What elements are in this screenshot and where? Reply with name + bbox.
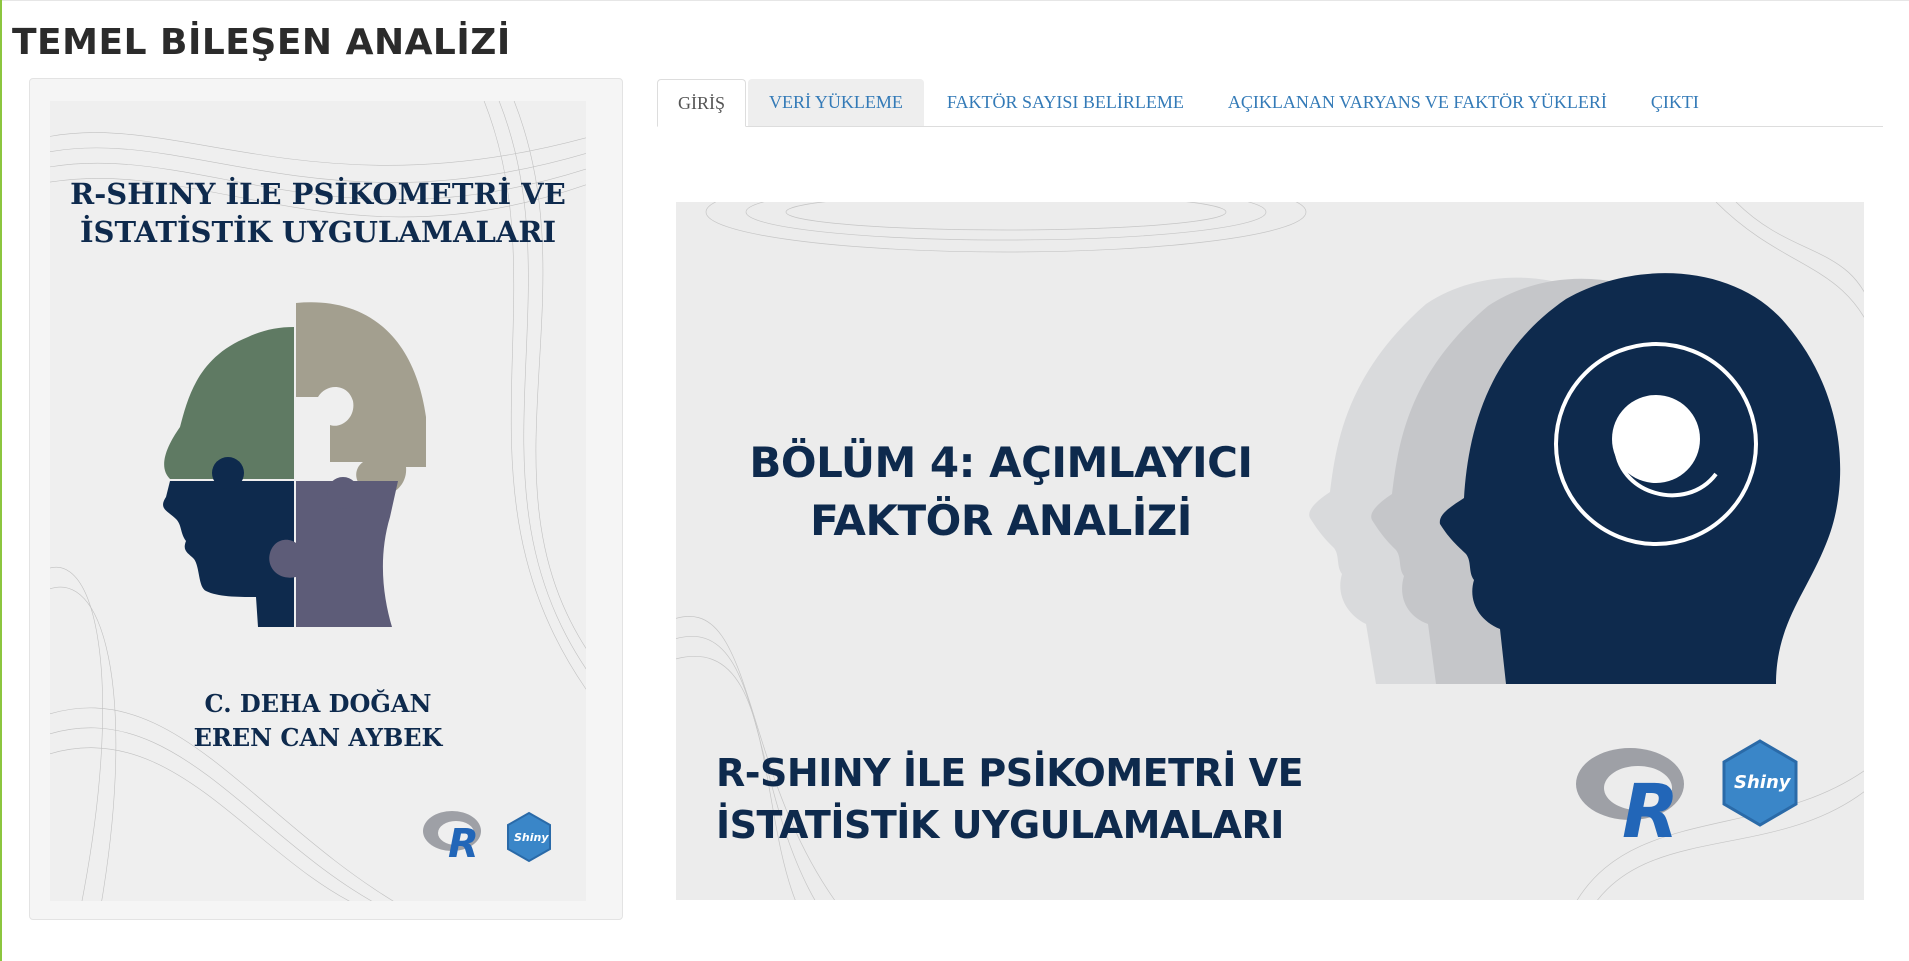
chapter-banner-image: BÖLÜM 4: AÇIMLAYICI FAKTÖR ANALİZİ R-SHI…	[676, 202, 1864, 900]
svg-text:R: R	[1622, 769, 1679, 842]
r-logo-icon: R	[423, 811, 481, 859]
puzzle-head-icon	[163, 302, 426, 627]
cover-authors: C. DEHA DOĞAN EREN CAN AYBEK	[193, 689, 443, 752]
cover-title: R-SHINY İLE PSİKOMETRİ VE İSTATİSTİK UYG…	[70, 177, 566, 249]
shiny-logo-icon: Shiny	[507, 811, 551, 863]
tab-giris[interactable]: GİRİŞ	[657, 79, 747, 127]
r-logo-icon: R	[1576, 748, 1684, 842]
tab-bar: GİRİŞ VERİ YÜKLEME FAKTÖR SAYISI BELİRLE…	[657, 78, 1883, 127]
sidebar-panel: R-SHINY İLE PSİKOMETRİ VE İSTATİSTİK UYG…	[29, 78, 623, 920]
svg-text:Shiny: Shiny	[1734, 772, 1792, 793]
left-accent-bar	[0, 0, 2, 961]
chapter-title: BÖLÜM 4: AÇIMLAYICI FAKTÖR ANALİZİ	[749, 438, 1253, 545]
svg-text:R: R	[448, 821, 479, 859]
svg-text:Shiny: Shiny	[514, 831, 549, 844]
book-cover-image: R-SHINY İLE PSİKOMETRİ VE İSTATİSTİK UYG…	[50, 101, 586, 901]
book-title: R-SHINY İLE PSİKOMETRİ VE İSTATİSTİK UYG…	[716, 751, 1304, 847]
tab-cikti[interactable]: ÇIKTI	[1630, 79, 1720, 126]
page-title: TEMEL BİLEŞEN ANALİZİ	[12, 22, 511, 63]
shiny-logo-icon: Shiny	[1722, 739, 1798, 827]
head-silhouette-icon	[1309, 273, 1841, 684]
tab-aciklanan-varyans[interactable]: AÇIKLANAN VARYANS VE FAKTÖR YÜKLERİ	[1207, 79, 1628, 126]
top-border	[0, 0, 1909, 1]
tab-veri-yukleme[interactable]: VERİ YÜKLEME	[748, 79, 924, 126]
tab-faktor-sayisi-belirleme[interactable]: FAKTÖR SAYISI BELİRLEME	[926, 79, 1205, 126]
